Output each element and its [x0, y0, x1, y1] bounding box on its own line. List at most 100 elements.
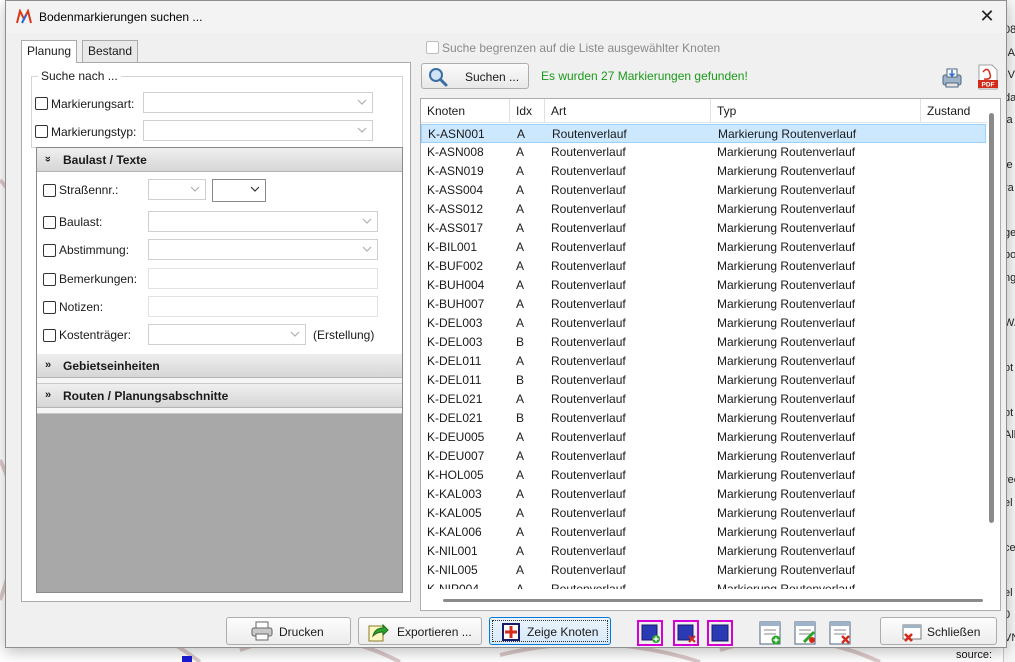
column-header-idx[interactable]: Idx [510, 99, 545, 123]
chevron-down-icon [362, 246, 372, 252]
column-header-zustand[interactable]: Zustand [921, 99, 987, 123]
limit-search-label: Suche begrenzen auf die Liste ausgewählt… [442, 41, 721, 55]
node-list-button[interactable] [707, 620, 733, 646]
table-row[interactable]: K-DEU005 A Routenverlauf Markierung Routenv… [421, 428, 986, 447]
export-button[interactable]: Exportieren ... [358, 617, 482, 645]
cell-knoten: K-ASS012 [427, 202, 484, 216]
notizen-checkbox[interactable] [43, 301, 56, 314]
table-row[interactable]: K-BUH004 A Routenverlauf Markierung Routenv… [421, 276, 986, 295]
show-node-button[interactable]: Zeige Knoten [489, 617, 611, 645]
show-node-button-label: Zeige Knoten [527, 625, 599, 639]
add-marking-button[interactable] [757, 620, 783, 646]
cell-knoten: K-HOL005 [427, 468, 484, 482]
remove-node-from-list-button[interactable] [673, 620, 699, 646]
table-row[interactable]: K-BIL001 A Routenverlauf Markierung Routenv… [421, 238, 986, 257]
markierungstyp-checkbox[interactable] [35, 125, 48, 138]
cell-idx: A [516, 468, 525, 482]
kostentraeger-select[interactable] [148, 324, 306, 345]
baulast-section-header[interactable]: « Baulast / Texte [37, 148, 402, 172]
bemerkungen-input[interactable] [148, 268, 378, 289]
pdf-icon[interactable]: PDF [976, 64, 1000, 90]
table-row[interactable]: K-DEL003 B Routenverlauf Markierung Routenv… [421, 333, 986, 352]
table-row[interactable]: K-HOL005 A Routenverlauf Markierung Routenv… [421, 466, 986, 485]
column-header-typ[interactable]: Typ [711, 99, 921, 123]
strassennr-number-select[interactable] [212, 179, 266, 202]
cell-typ: Markierung Routenverlauf [717, 202, 856, 216]
horizontal-scrollbar[interactable] [443, 599, 983, 602]
column-header-art[interactable]: Art [545, 99, 711, 123]
export-button-label: Exportieren ... [397, 625, 472, 639]
cell-idx: A [517, 127, 526, 141]
print-export-icon[interactable] [940, 66, 964, 90]
results-table[interactable]: Knoten Idx Art Typ Zustand K-ASN001 A Rout… [420, 98, 1001, 611]
cell-typ: Markierung Routenverlauf [717, 487, 856, 501]
kostentraeger-checkbox[interactable] [43, 329, 56, 342]
table-row[interactable]: K-BUF002 A Routenverlauf Markierung Routenv… [421, 257, 986, 276]
add-node-to-list-button[interactable] [637, 620, 663, 646]
table-header: Knoten Idx Art Typ Zustand [421, 99, 987, 123]
table-row[interactable]: K-KAL006 A Routenverlauf Markierung Routenv… [421, 523, 986, 542]
baulast-checkbox[interactable] [43, 216, 56, 229]
notizen-input[interactable] [148, 296, 378, 317]
vertical-scrollbar[interactable] [989, 113, 994, 523]
table-row[interactable]: K-DEL021 A Routenverlauf Markierung Routenv… [421, 390, 986, 409]
cell-knoten: K-BUH007 [427, 297, 485, 311]
abstimmung-checkbox[interactable] [43, 244, 56, 257]
cell-art: Routenverlauf [551, 145, 626, 159]
cell-knoten: K-BIL001 [427, 240, 478, 254]
cell-typ: Markierung Routenverlauf [717, 468, 856, 482]
column-header-knoten[interactable]: Knoten [421, 99, 510, 123]
cell-knoten: K-DEL011 [427, 354, 482, 368]
print-button[interactable]: Drucken [226, 617, 351, 645]
edit-marking-button[interactable] [792, 620, 818, 646]
baulast-label: Baulast: [59, 215, 103, 229]
close-button[interactable]: Schließen [880, 617, 997, 645]
chevron-down-icon [250, 186, 260, 192]
table-row[interactable]: K-DEL021 B Routenverlauf Markierung Routenv… [421, 409, 986, 428]
cell-idx: A [516, 259, 525, 273]
bemerkungen-checkbox[interactable] [43, 273, 56, 286]
pdf-icon-label: PDF [982, 82, 995, 89]
export-icon [368, 623, 389, 642]
table-row[interactable]: K-KAL003 A Routenverlauf Markierung Routenv… [421, 485, 986, 504]
table-row[interactable]: K-ASS012 A Routenverlauf Markierung Routenv… [421, 200, 986, 219]
delete-marking-button[interactable] [827, 620, 853, 646]
table-row[interactable]: K-DEL011 A Routenverlauf Markierung Routenv… [421, 352, 986, 371]
table-row[interactable]: K-KAL005 A Routenverlauf Markierung Routenv… [421, 504, 986, 523]
strassennr-checkbox[interactable] [43, 184, 56, 197]
markierungstyp-select[interactable] [143, 120, 373, 141]
node-list-icon [707, 620, 733, 646]
cell-idx: A [516, 544, 525, 558]
cell-knoten: K-DEU005 [427, 430, 485, 444]
search-button[interactable]: Suchen ... [421, 63, 529, 89]
table-row[interactable]: K-DEL003 A Routenverlauf Markierung Routenv… [421, 314, 986, 333]
table-row[interactable]: K-BUH007 A Routenverlauf Markierung Routenv… [421, 295, 986, 314]
abstimmung-select[interactable] [148, 239, 378, 260]
title-bar[interactable]: Bodenmarkierungen suchen ... ✕ [6, 1, 1006, 33]
cell-art: Routenverlauf [551, 411, 626, 425]
cell-art: Routenverlauf [551, 354, 626, 368]
table-row[interactable]: K-ASN001 A Routenverlauf Markierung Routenv… [421, 124, 986, 143]
markierungsart-select[interactable] [143, 92, 373, 113]
table-row[interactable]: K-DEU007 A Routenverlauf Markierung Routenv… [421, 447, 986, 466]
table-row[interactable]: K-ASN008 A Routenverlauf Markierung Routenv… [421, 143, 986, 162]
notizen-label: Notizen: [59, 300, 104, 314]
table-row[interactable]: K-NIL001 A Routenverlauf Markierung Routenv… [421, 542, 986, 561]
table-row[interactable]: K-ASS017 A Routenverlauf Markierung Routenv… [421, 219, 986, 238]
tab-planung[interactable]: Planung [21, 40, 78, 63]
table-row[interactable]: K-NIP004 A Routenverlauf Markierung Routenv… [421, 580, 986, 589]
baulast-select[interactable] [148, 211, 378, 232]
cell-idx: A [516, 392, 525, 406]
table-row[interactable]: K-ASN019 A Routenverlauf Markierung Routenv… [421, 162, 986, 181]
tab-bestand[interactable]: Bestand [82, 40, 139, 62]
strassennr-type-select[interactable] [148, 179, 206, 200]
routen-section-header[interactable]: » Routen / Planungsabschnitte [37, 384, 402, 408]
search-button-label: Suchen ... [465, 70, 520, 84]
close-icon[interactable]: ✕ [974, 5, 1000, 27]
table-row[interactable]: K-DEL011 B Routenverlauf Markierung Routenv… [421, 371, 986, 390]
table-row[interactable]: K-ASS004 A Routenverlauf Markierung Routenv… [421, 181, 986, 200]
limit-search-checkbox[interactable] [426, 41, 439, 54]
markierungsart-checkbox[interactable] [35, 97, 48, 110]
table-row[interactable]: K-NIL005 A Routenverlauf Markierung Routenv… [421, 561, 986, 580]
gebietseinheiten-section-header[interactable]: » Gebietseinheiten [37, 354, 402, 378]
